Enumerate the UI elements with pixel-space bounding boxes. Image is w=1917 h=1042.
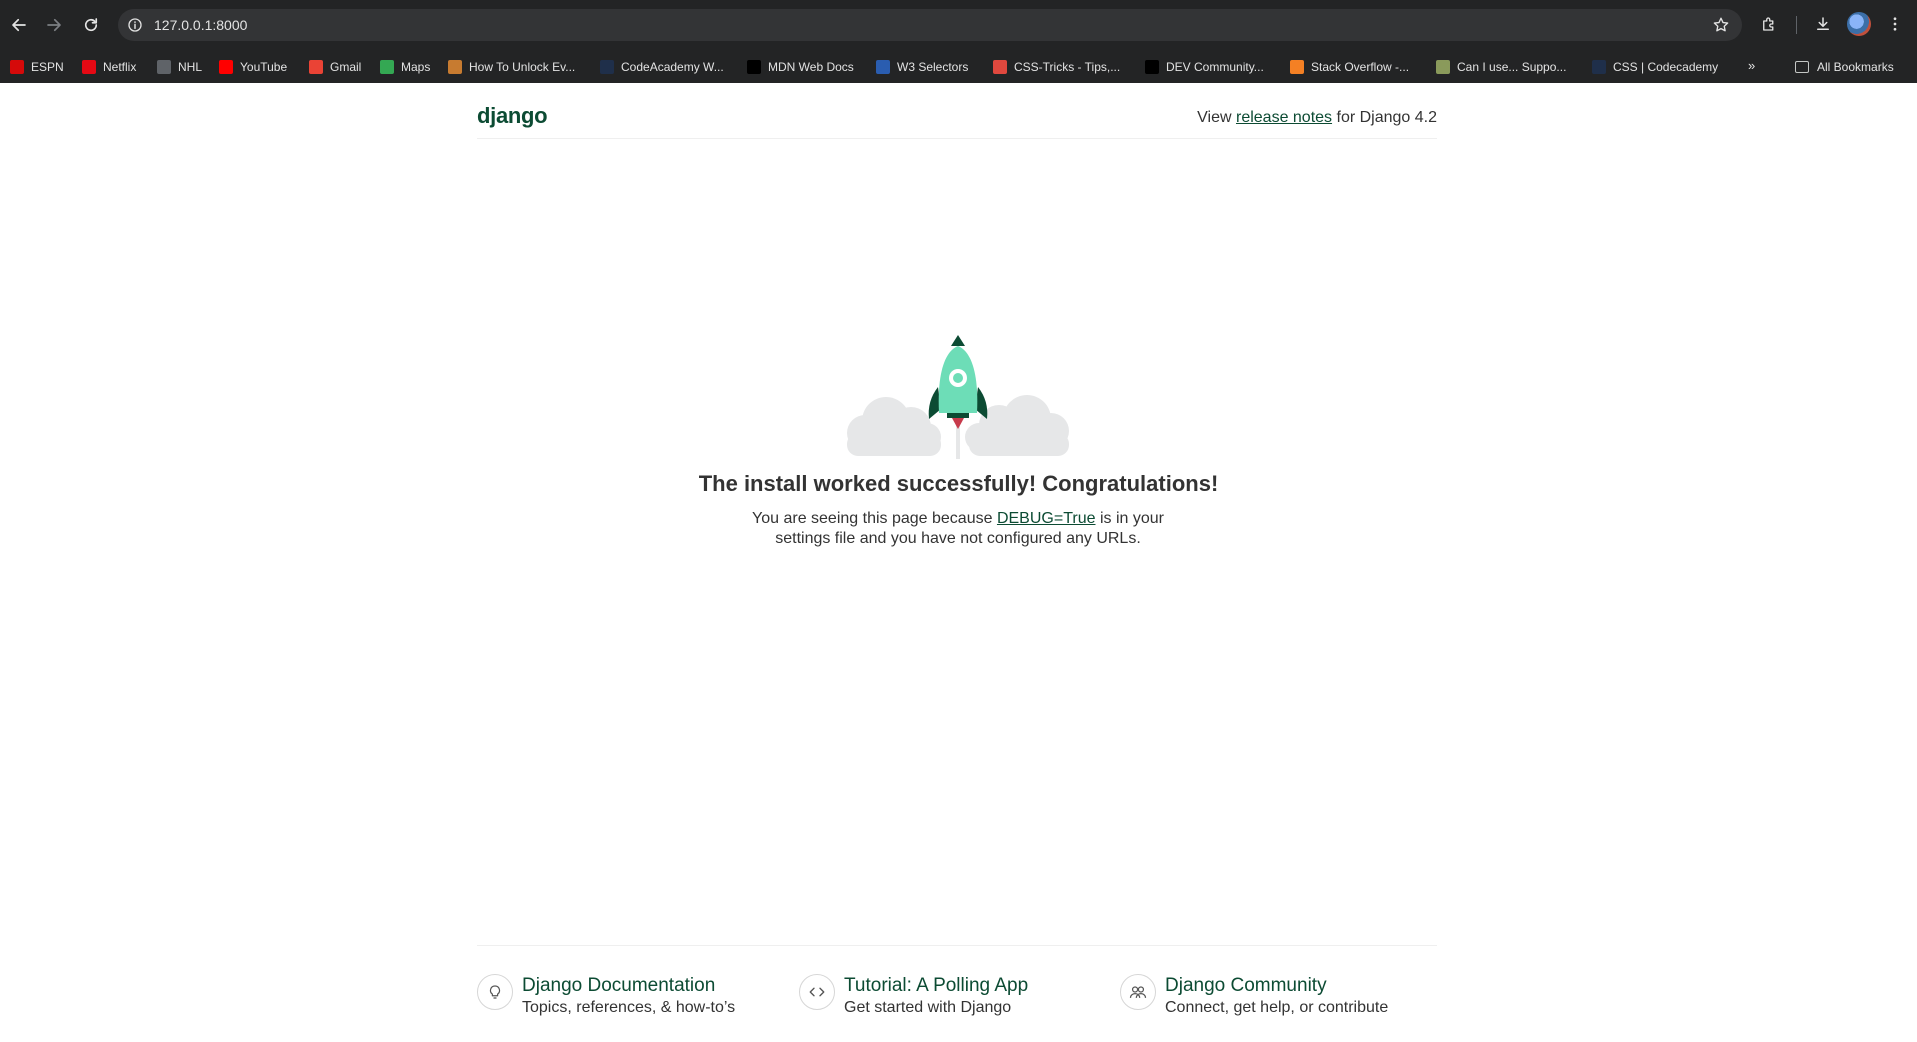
bookmark-label: DEV Community... bbox=[1166, 60, 1264, 74]
back-button[interactable] bbox=[6, 12, 32, 38]
youtube-icon bbox=[219, 60, 233, 74]
bookmark-item[interactable]: Netflix bbox=[82, 58, 136, 76]
card-description: Connect, get help, or contribute bbox=[1165, 999, 1389, 1016]
card-description: Topics, references, & how-to’s bbox=[522, 999, 736, 1016]
bookmark-item[interactable]: CodeAcademy W... bbox=[600, 58, 724, 76]
bookmark-item[interactable]: CSS-Tricks - Tips,... bbox=[993, 58, 1120, 76]
menu-button[interactable] bbox=[1883, 12, 1907, 36]
address-bar[interactable]: 127.0.0.1:8000 bbox=[118, 9, 1742, 41]
gmail-icon bbox=[309, 60, 323, 74]
bookmark-label: Netflix bbox=[103, 60, 137, 74]
django-welcome-page: django View release notes for Django 4.2 bbox=[0, 83, 1917, 1042]
footer-divider bbox=[477, 945, 1437, 946]
debug-link[interactable]: DEBUG=True bbox=[997, 510, 1096, 527]
espn-icon bbox=[10, 60, 24, 74]
reload-icon bbox=[84, 18, 98, 32]
all-bookmarks-label: All Bookmarks bbox=[1817, 60, 1894, 74]
downloads-button[interactable] bbox=[1811, 12, 1835, 36]
card-title[interactable]: Tutorial: A Polling App bbox=[844, 975, 1028, 997]
nhl-icon bbox=[157, 60, 171, 74]
bookmark-item[interactable]: W3 Selectors bbox=[876, 58, 968, 76]
page-header: django View release notes for Django 4.2 bbox=[477, 83, 1437, 139]
css-tricks-icon bbox=[993, 60, 1007, 74]
site-info-icon[interactable] bbox=[126, 16, 144, 34]
toolbar-divider bbox=[1796, 16, 1797, 34]
bookmark-star-icon[interactable] bbox=[1712, 16, 1730, 34]
django-logo[interactable]: django bbox=[477, 103, 548, 129]
success-headline: The install worked successfully! Congrat… bbox=[698, 471, 1219, 496]
bookmark-label: How To Unlock Ev... bbox=[469, 60, 576, 74]
bookmark-label: YouTube bbox=[240, 60, 288, 74]
bookmark-item[interactable]: Can I use... Suppo... bbox=[1436, 58, 1566, 76]
debug-explanation: You are seeing this page because DEBUG=T… bbox=[748, 509, 1168, 549]
bookmark-item[interactable]: MDN Web Docs bbox=[747, 58, 854, 76]
release-notes-text: View release notes for Django 4.2 bbox=[1197, 109, 1437, 127]
card-django-documentation[interactable]: Django Documentation Topics, references,… bbox=[477, 972, 757, 1024]
people-icon bbox=[1120, 974, 1156, 1010]
bookmark-item[interactable]: YouTube bbox=[219, 58, 287, 76]
more-bookmarks-button[interactable]: » bbox=[1748, 58, 1755, 73]
bookmark-label: Gmail bbox=[330, 60, 362, 74]
card-title[interactable]: Django Documentation bbox=[522, 975, 715, 997]
reload-button[interactable] bbox=[78, 12, 104, 38]
bookmark-label: CSS | Codecademy bbox=[1613, 60, 1719, 74]
code-icon bbox=[799, 974, 835, 1010]
bookmark-item[interactable]: NHL bbox=[157, 58, 202, 76]
lightbulb-icon bbox=[477, 974, 513, 1010]
bookmark-item[interactable]: How To Unlock Ev... bbox=[448, 58, 575, 76]
bookmark-label: Can I use... Suppo... bbox=[1457, 60, 1567, 74]
netflix-icon bbox=[82, 60, 96, 74]
puzzle-icon bbox=[1763, 17, 1774, 31]
arrow-right-icon bbox=[47, 18, 61, 32]
bookmark-item[interactable]: DEV Community... bbox=[1145, 58, 1264, 76]
release-prefix: View bbox=[1197, 109, 1236, 126]
url-text[interactable]: 127.0.0.1:8000 bbox=[154, 17, 247, 33]
forward-button[interactable] bbox=[41, 12, 67, 38]
bookmark-label: W3 Selectors bbox=[897, 60, 969, 74]
cloud-left bbox=[847, 397, 941, 456]
all-bookmarks-button[interactable]: All Bookmarks bbox=[1795, 58, 1894, 76]
bookmark-item[interactable]: Stack Overflow -... bbox=[1290, 58, 1409, 76]
bookmark-label: NHL bbox=[178, 60, 203, 74]
bookmark-label: Stack Overflow -... bbox=[1311, 60, 1410, 74]
rocket-flame bbox=[952, 418, 964, 429]
bookmark-label: Maps bbox=[401, 60, 431, 74]
codecademy-icon bbox=[600, 60, 614, 74]
stackoverflow-icon bbox=[1290, 60, 1304, 74]
bookmark-label: CodeAcademy W... bbox=[621, 60, 724, 74]
browser-toolbar: 127.0.0.1:8000 bbox=[0, 0, 1917, 49]
bookmark-item[interactable]: CSS | Codecademy bbox=[1592, 58, 1718, 76]
arrow-left-icon bbox=[12, 18, 26, 32]
rocket-nose bbox=[951, 335, 965, 346]
browser-chrome: 127.0.0.1:8000 ESPN Netflix NHL YouTube Gmai… bbox=[0, 0, 1917, 83]
rocket-illustration bbox=[823, 321, 1093, 461]
bookmark-label: CSS-Tricks - Tips,... bbox=[1014, 60, 1121, 74]
card-django-community[interactable]: Django Community Connect, get help, or c… bbox=[1120, 972, 1430, 1024]
dev-icon bbox=[1145, 60, 1159, 74]
bookmarks-bar: ESPN Netflix NHL YouTube Gmail Maps How To Unl… bbox=[0, 49, 1917, 83]
bookmark-item[interactable]: Gmail bbox=[309, 58, 361, 76]
bookmark-item[interactable]: ESPN bbox=[10, 58, 64, 76]
release-suffix: for Django 4.2 bbox=[1332, 109, 1437, 126]
caniuse-icon bbox=[1436, 60, 1450, 74]
bookmark-label: MDN Web Docs bbox=[768, 60, 854, 74]
release-notes-link[interactable]: release notes bbox=[1236, 109, 1332, 126]
card-title[interactable]: Django Community bbox=[1165, 975, 1327, 997]
maps-icon bbox=[380, 60, 394, 74]
bookmark-item[interactable]: Maps bbox=[380, 58, 430, 76]
codecademy-icon bbox=[1592, 60, 1606, 74]
download-icon bbox=[1817, 17, 1829, 30]
card-description: Get started with Django bbox=[844, 999, 1012, 1016]
bookmark-label: ESPN bbox=[31, 60, 64, 74]
sub-prefix: You are seeing this page because bbox=[752, 510, 997, 527]
w3-icon bbox=[876, 60, 890, 74]
more-vert-icon bbox=[1893, 17, 1897, 31]
profile-avatar[interactable] bbox=[1847, 12, 1871, 36]
mdn-icon bbox=[747, 60, 761, 74]
extensions-button[interactable] bbox=[1757, 12, 1781, 36]
folder-icon bbox=[1795, 61, 1809, 73]
card-tutorial-polling-app[interactable]: Tutorial: A Polling App Get started with… bbox=[799, 972, 1079, 1024]
puzzle-icon bbox=[448, 60, 462, 74]
